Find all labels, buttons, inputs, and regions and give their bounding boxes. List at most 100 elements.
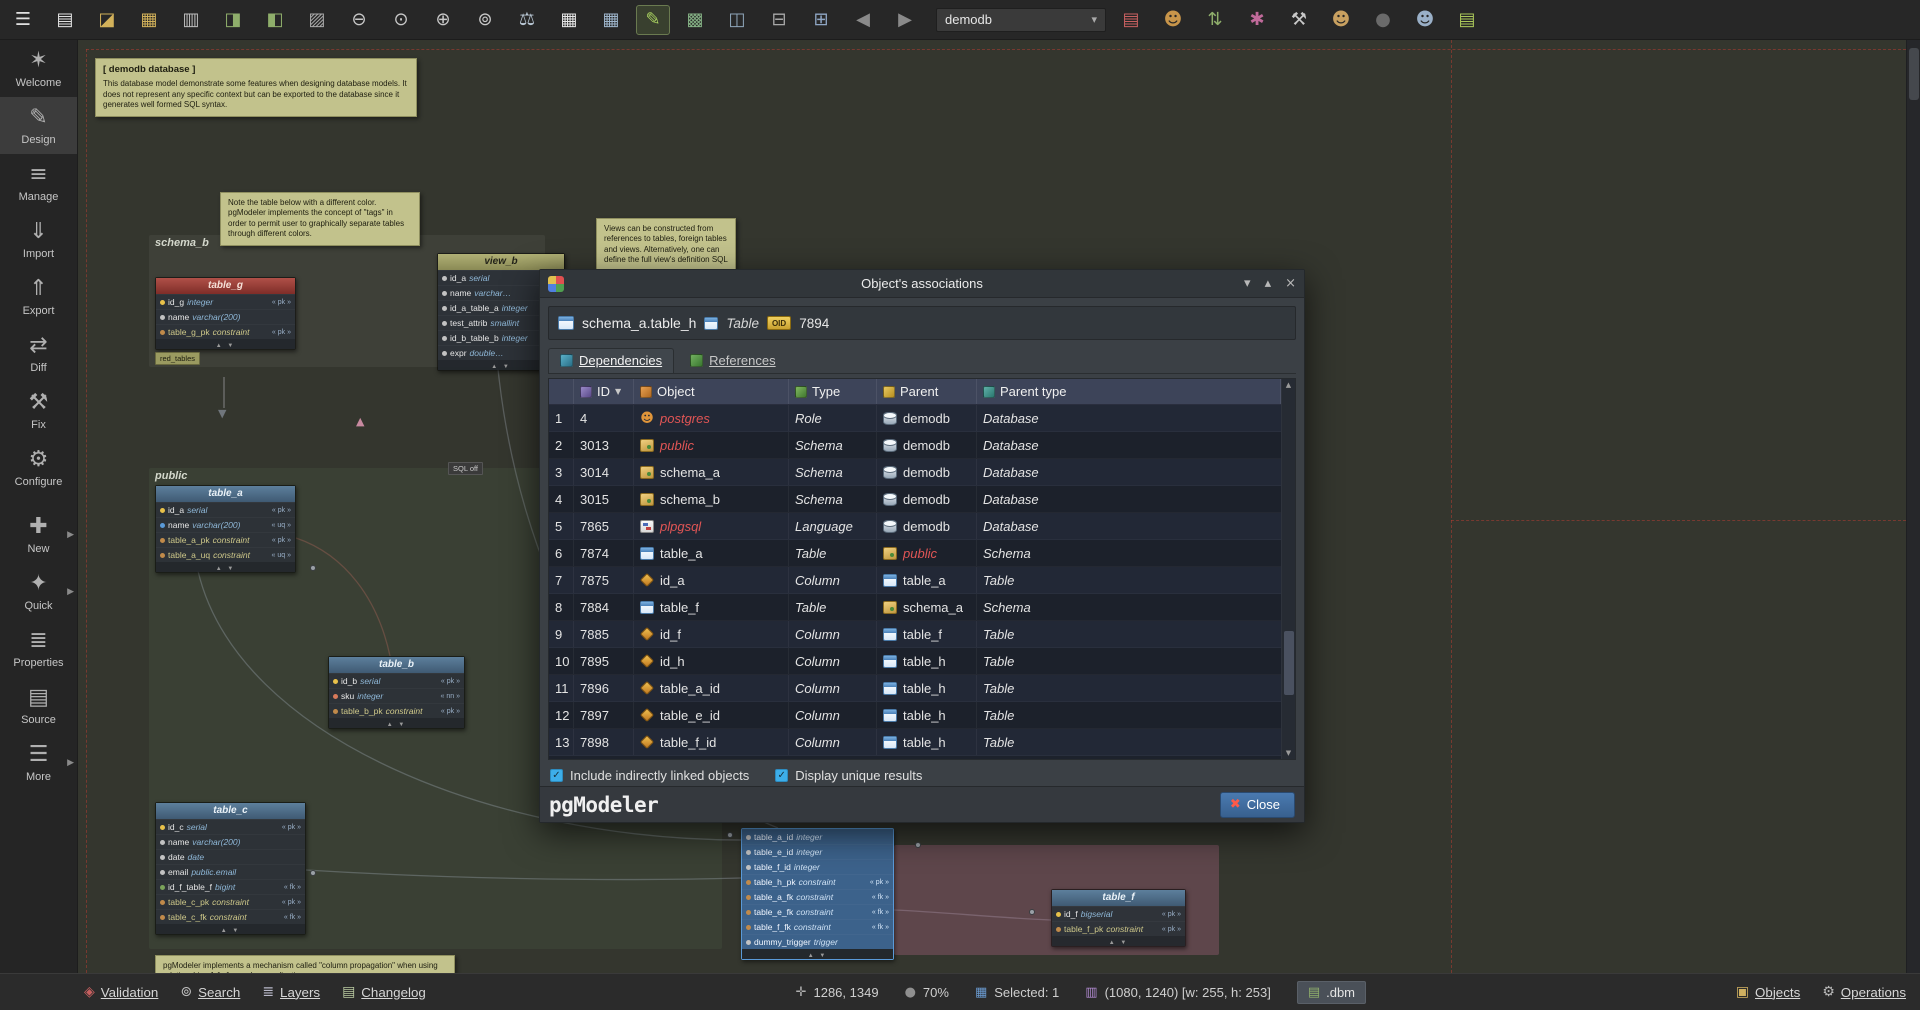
sidebar-item-properties[interactable]: ≣ Properties ▶ [0,620,77,677]
sort-arrow-icon[interactable]: ▼ [615,387,621,396]
export-image-button[interactable]: ◫ [720,5,754,35]
sql-file-button[interactable]: ▤ [1114,5,1148,35]
column-type: trigger [814,937,838,947]
validation-button[interactable]: ◈ Validation [84,984,158,1000]
layers-panel-button[interactable]: ⊞ [804,5,838,35]
plugins-button[interactable]: ✱ [1240,5,1274,35]
save-model-button[interactable]: ▥ [174,5,208,35]
canvas-table[interactable]: table_f id_f bigserial « pk » [1051,889,1186,947]
annotations-button[interactable]: ▤ [1450,5,1484,35]
dialog-titlebar[interactable]: Object's associations ▾ ▴ × [540,270,1304,298]
nav-forward-button[interactable]: ▶ [888,5,922,35]
scrollbar-thumb[interactable] [1909,48,1919,100]
checkbox[interactable]: ✓ [550,769,563,782]
relationships-view-button[interactable]: ▦ [594,5,628,35]
unshade-icon[interactable]: ▴ [1265,277,1272,290]
fix-model-button[interactable]: ⚒ [1282,5,1316,35]
sidebar-item-diff[interactable]: ⇄ Diff ▶ [0,325,77,382]
user-profile-button[interactable]: ☻ [1324,5,1358,35]
grid-column-header[interactable]: Parent ▼ [877,379,977,404]
grid-vertical-scrollbar[interactable]: ▲ ▼ [1281,379,1295,759]
community-button[interactable]: ☻ [1408,5,1442,35]
export-model-button[interactable]: ◨ [216,5,250,35]
db-roles-button[interactable]: ☻ [1156,5,1190,35]
zoom-in-button[interactable]: ⊕ [426,5,460,35]
sidebar-item-export[interactable]: ⇑ Export ▶ [0,268,77,325]
zoom-normal-button[interactable]: ⊙ [384,5,418,35]
model-selector[interactable]: demodb ▾ [936,8,1106,32]
sidebar-item-quick[interactable]: ✦ Quick ▶ [0,563,77,620]
metadata-diff-button[interactable]: ⇅ [1198,5,1232,35]
dialog-footer: pgModeler ✖ Close [540,786,1304,822]
objects-button[interactable]: ▣ Objects [1736,984,1800,1000]
sidebar-item-label: More [26,771,51,783]
close-button[interactable]: ✖ Close [1220,792,1295,818]
sidebar-item-source[interactable]: ▤ Source ▶ [0,677,77,734]
canvas-table[interactable]: table_b id_b serial « pk » [328,656,465,729]
main-toolbar: ☰ ▤ ◪ ▦ ▥ ◨ [0,0,1920,40]
sidebar-item-configure[interactable]: ⚙ Configure ▶ [0,439,77,496]
column-type: integer [187,297,213,307]
toolbar-icon: ⇅ [1207,11,1222,29]
scroll-down-icon[interactable]: ▼ [1282,749,1295,757]
note-tags[interactable]: Note the table below with a different co… [220,192,420,246]
layers-button[interactable]: ≣ Layers [262,984,320,1000]
load-recent-button[interactable]: ▦ [132,5,166,35]
design-mode-button[interactable]: ✎ [636,5,670,35]
sidebar-item-new[interactable]: ✚ New ▶ [0,506,77,563]
grid-column-header[interactable]: Type ▼ [789,379,877,404]
canvas-table-row: name varchar(200) [156,834,305,849]
model-validation-button[interactable]: ⚖ [510,5,544,35]
column-tag: « uq » [272,552,291,559]
sidebar-item-more[interactable]: ☰ More ▶ [0,734,77,791]
canvas-table-row: table_e_fk constraint « fk » [742,904,893,919]
grid-column-header[interactable]: Parent type ▼ [977,379,1281,404]
canvas-table[interactable]: table_g id_g integer « pk » [155,277,296,350]
operations-button[interactable]: ⚙ Operations [1822,984,1906,1000]
close-icon[interactable]: × [1285,277,1296,290]
canvas-table-row: table_a_fk constraint « fk » [742,889,893,904]
sidebar-item-import[interactable]: ⇓ Import ▶ [0,211,77,268]
grid-column-header[interactable]: ID ▼ [574,379,634,404]
grid-column-header[interactable]: Object ▼ [634,379,789,404]
page-boundary-line [1451,520,1906,521]
column-type: varchar(200) [192,520,240,530]
sidebar-item-fix[interactable]: ⚒ Fix ▶ [0,382,77,439]
shade-icon[interactable]: ▾ [1244,277,1251,290]
objects-view-button[interactable]: ▦ [552,5,586,35]
print-model-button[interactable]: ▨ [300,5,334,35]
open-model-button[interactable]: ◪ [90,5,124,35]
break-lines-button[interactable]: ⊟ [762,5,796,35]
column-marker-icon [333,679,338,684]
magnifier-button[interactable]: ⊚ [468,5,502,35]
checkbox[interactable]: ✓ [775,769,788,782]
column-marker-icon [746,925,751,930]
tab-dependencies[interactable]: Dependencies [548,348,674,373]
zoom-out-button[interactable]: ⊖ [342,5,376,35]
file-format-badge[interactable]: ▤ .dbm [1297,981,1366,1004]
sidebar-item-welcome[interactable]: ✶ Welcome ▶ [0,40,77,97]
new-model-button[interactable]: ▤ [48,5,82,35]
scrollbar-thumb[interactable] [1284,631,1294,695]
note-database[interactable]: [ demodb database ] This database model … [95,58,417,117]
column-marker-icon [333,709,338,714]
canvas-table-row: table_f_pk constraint « pk » [1052,921,1185,936]
source-view-button[interactable]: ▩ [678,5,712,35]
sidebar-item-design[interactable]: ✎ Design ▶ [0,97,77,154]
search-button[interactable]: ⊚ Search [180,984,240,1000]
main-menu-button[interactable]: ☰ [6,5,40,35]
import-model-button[interactable]: ◧ [258,5,292,35]
canvas-table[interactable]: table_c id_c serial « pk » [155,802,306,935]
canvas-table[interactable]: table_h table_a_id integer [741,828,894,960]
nav-back-button[interactable]: ◀ [846,5,880,35]
chevron-right-icon: ▶ [67,580,74,604]
badge-sql-off: SQL off [448,462,483,475]
scroll-up-icon[interactable]: ▲ [1282,381,1295,389]
changelog-button[interactable]: ▤ Changelog [342,984,426,1000]
canvas-table[interactable]: table_a id_a serial « pk » [155,485,296,573]
tab-references[interactable]: References [678,348,787,373]
bug-report-button[interactable]: ● [1366,5,1400,35]
note-propagation[interactable]: pgModeler implements a mechanism called … [155,955,455,973]
canvas-vertical-scrollbar[interactable] [1906,40,1920,973]
sidebar-item-manage[interactable]: ≡ Manage ▶ [0,154,77,211]
